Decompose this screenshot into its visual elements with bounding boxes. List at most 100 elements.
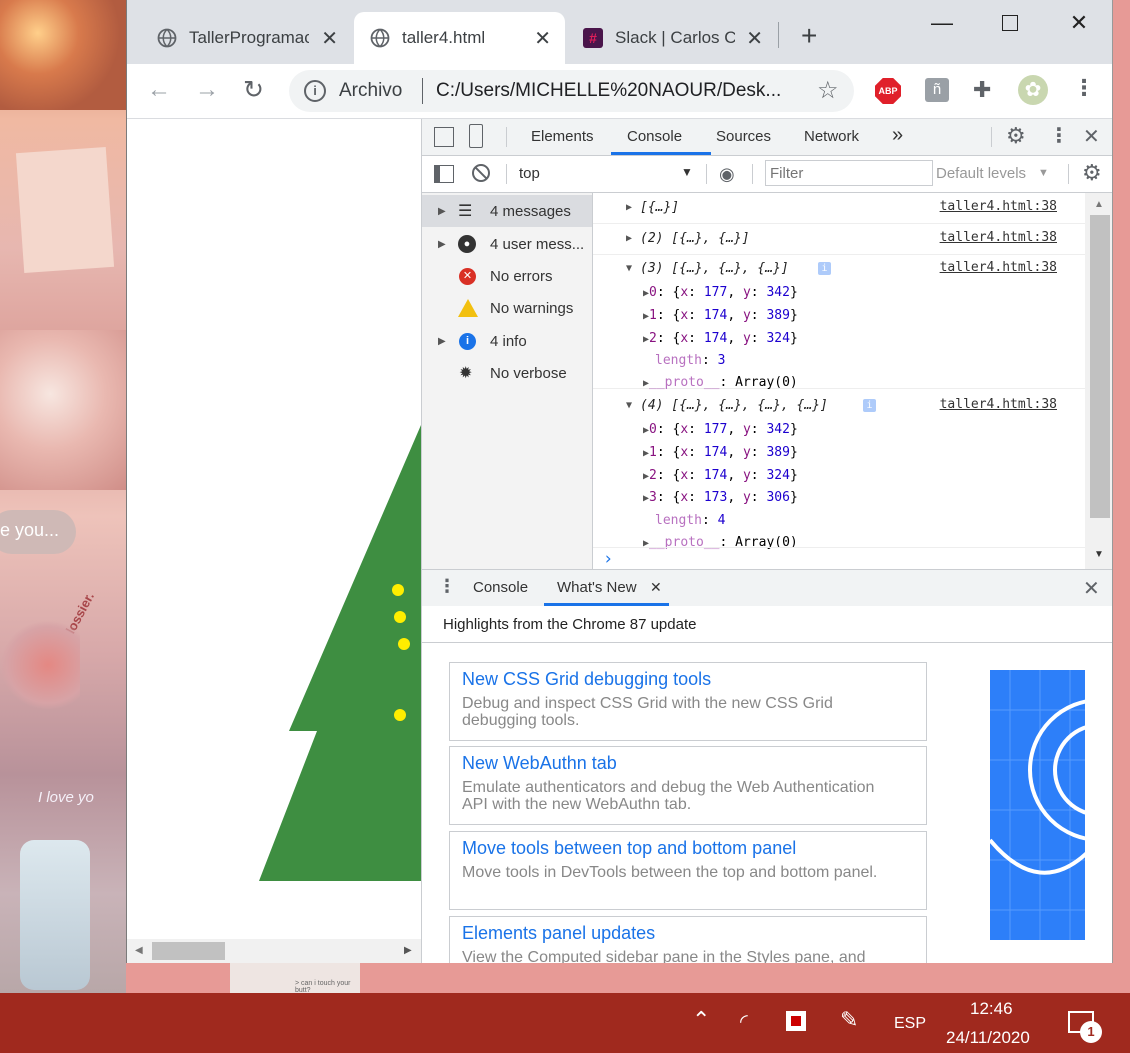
chevron-down-icon[interactable]: ▼ [681, 165, 693, 179]
console-message[interactable]: ▶ (2) [{…}, {…}] taller4.html:38 [593, 224, 1085, 255]
info-icon[interactable]: i [863, 399, 876, 412]
eye-icon[interactable]: ◉ [719, 164, 735, 185]
info-icon[interactable]: i [818, 262, 831, 275]
scroll-down-icon[interactable]: ▼ [1094, 549, 1104, 560]
sidebar-item-warnings[interactable]: No warnings [422, 292, 592, 324]
array-item[interactable]: ▶2: {x: 174, y: 324} [643, 465, 798, 488]
tab-elements[interactable]: Elements [531, 128, 594, 145]
extension-icon[interactable]: ñ [925, 78, 949, 102]
drawer-menu-icon[interactable]: ⋮ [438, 576, 456, 597]
array-item[interactable]: ▶0: {x: 177, y: 342} [643, 282, 798, 305]
clock-date[interactable]: 24/11/2020 [946, 1028, 1030, 1048]
maximize-button[interactable] [990, 10, 1030, 40]
close-icon[interactable]: ✕ [321, 26, 338, 51]
new-tab-button[interactable]: + [801, 22, 817, 50]
sidebar-item-messages[interactable]: ▶ ☰ 4 messages [422, 195, 592, 227]
tab-console[interactable]: Console [627, 128, 682, 145]
language-indicator[interactable]: ESP [894, 1015, 926, 1033]
scrollbar-thumb[interactable] [1090, 215, 1110, 518]
array-item[interactable]: ▶3: {x: 173, y: 306} [643, 487, 798, 510]
tab-sources[interactable]: Sources [716, 128, 771, 145]
tab-tallerprogramacion[interactable]: TallerProgramac ✕ [127, 12, 352, 64]
sidebar-item-user-messages[interactable]: ▶ ● 4 user mess... [422, 228, 592, 260]
feature-card[interactable]: New WebAuthn tab Emulate authenticators … [449, 746, 927, 825]
scroll-right-icon[interactable]: ▶ [404, 945, 412, 956]
scroll-left-icon[interactable]: ◀ [135, 945, 143, 956]
close-devtools-icon[interactable]: ✕ [1083, 124, 1100, 149]
source-link[interactable]: taller4.html:38 [940, 230, 1057, 245]
tab-network[interactable]: Network [804, 128, 859, 145]
collapse-arrow-icon[interactable]: ▼ [626, 263, 632, 274]
scrollbar-thumb[interactable] [152, 942, 225, 960]
expand-arrow-icon[interactable]: ▶ [626, 202, 632, 213]
tab-taller4[interactable]: taller4.html ✕ [354, 12, 565, 64]
expand-arrow-icon[interactable]: ▶ [626, 233, 632, 244]
close-icon[interactable]: ✕ [746, 26, 763, 51]
close-icon[interactable]: ✕ [534, 26, 551, 51]
chevron-up-icon[interactable]: ⌃ [692, 1007, 710, 1033]
feature-description: Debug and inspect CSS Grid with the new … [462, 695, 833, 729]
filter-input[interactable] [765, 160, 933, 186]
feature-title[interactable]: Elements panel updates [462, 923, 655, 944]
minimize-button[interactable]: — [922, 10, 962, 40]
context-select[interactable]: top [519, 165, 540, 182]
reload-button[interactable]: ↻ [243, 75, 264, 105]
pen-icon[interactable]: ✎ [840, 1007, 858, 1033]
info-icon[interactable]: i [304, 80, 326, 102]
dropbox-icon[interactable] [786, 1011, 806, 1031]
feature-card[interactable]: Elements panel updates View the Computed… [449, 916, 927, 963]
more-tabs-icon[interactable]: » [892, 124, 903, 147]
menu-icon[interactable]: ⋮ [1049, 123, 1069, 148]
clear-console-icon[interactable] [472, 164, 490, 182]
menu-icon[interactable]: ⋮ [1073, 75, 1095, 101]
puzzle-icon[interactable]: ✚ [973, 77, 991, 103]
inspect-element-icon[interactable] [434, 127, 454, 147]
source-link[interactable]: taller4.html:38 [940, 397, 1057, 412]
address-bar[interactable]: i Archivo C:/Users/MICHELLE%20NAOUR/Desk… [289, 70, 854, 112]
clock-time[interactable]: 12:46 [970, 999, 1013, 1019]
expand-arrow-icon[interactable]: ▶ [438, 239, 446, 250]
collapse-arrow-icon[interactable]: ▼ [626, 400, 632, 411]
sidebar-toggle-icon[interactable] [434, 165, 454, 183]
feature-title[interactable]: New WebAuthn tab [462, 753, 617, 774]
settings-gear-icon[interactable]: ⚙ [1082, 160, 1102, 186]
feature-title[interactable]: Move tools between top and bottom panel [462, 838, 796, 859]
star-icon[interactable]: ☆ [817, 76, 839, 105]
console-message-expanded[interactable]: ▼ (4) [{…}, {…}, {…}, {…}] i taller4.htm… [593, 392, 1085, 550]
close-icon[interactable]: ✕ [650, 579, 662, 596]
scroll-up-icon[interactable]: ▲ [1094, 199, 1104, 210]
sidebar-item-verbose[interactable]: ✹ No verbose [422, 357, 592, 389]
avatar[interactable]: ✿ [1018, 75, 1048, 105]
feature-title[interactable]: New CSS Grid debugging tools [462, 669, 711, 690]
back-button[interactable]: ← [147, 76, 171, 104]
horizontal-scrollbar[interactable]: ◀ ▶ [127, 939, 421, 963]
address-url[interactable]: C:/Users/MICHELLE%20NAOUR/Desk... [436, 80, 781, 102]
forward-button[interactable]: → [195, 76, 219, 104]
wifi-icon[interactable]: ◜ [740, 1009, 748, 1034]
sidebar-item-info[interactable]: ▶ i 4 info [422, 325, 592, 357]
drawer-tab-whats-new[interactable]: What's New [557, 579, 637, 596]
feature-card[interactable]: New CSS Grid debugging tools Debug and i… [449, 662, 927, 741]
close-drawer-icon[interactable]: ✕ [1083, 576, 1100, 601]
expand-arrow-icon[interactable]: ▶ [438, 336, 446, 347]
device-toolbar-icon[interactable] [469, 124, 483, 148]
source-link[interactable]: taller4.html:38 [940, 260, 1057, 275]
tab-slack[interactable]: # Slack | Carlos C ✕ [567, 12, 777, 64]
feature-card[interactable]: Move tools between top and bottom panel … [449, 831, 927, 910]
console-message[interactable]: ▶ [{…}] taller4.html:38 [593, 193, 1085, 224]
array-item[interactable]: ▶2: {x: 174, y: 324} [643, 328, 798, 351]
array-item[interactable]: ▶1: {x: 174, y: 389} [643, 442, 798, 465]
array-item[interactable]: ▶0: {x: 177, y: 342} [643, 419, 798, 442]
settings-gear-icon[interactable]: ⚙ [1006, 123, 1026, 149]
source-link[interactable]: taller4.html:38 [940, 199, 1057, 214]
close-window-button[interactable]: ✕ [1059, 10, 1099, 40]
console-message-expanded[interactable]: ▼ (3) [{…}, {…}, {…}] i taller4.html:38 … [593, 255, 1085, 390]
array-item[interactable]: ▶1: {x: 174, y: 389} [643, 305, 798, 328]
console-scrollbar[interactable]: ▲ ▼ [1085, 193, 1112, 569]
expand-arrow-icon[interactable]: ▶ [438, 206, 446, 217]
adblock-icon[interactable]: ABP [875, 78, 901, 104]
console-prompt[interactable]: › [593, 547, 1085, 570]
log-levels-dropdown[interactable]: Default levels [936, 165, 1026, 182]
drawer-tab-console[interactable]: Console [473, 579, 528, 596]
sidebar-item-errors[interactable]: ✕ No errors [422, 260, 592, 292]
